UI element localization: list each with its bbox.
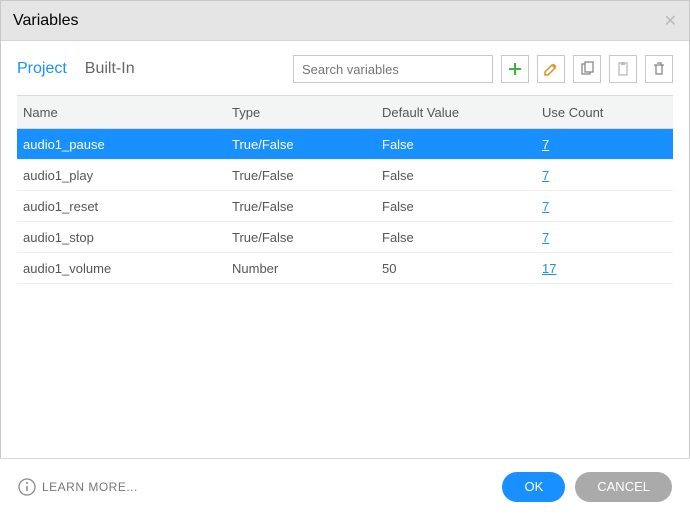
tabs: Project Built-In — [17, 60, 285, 78]
cancel-button[interactable]: CANCEL — [575, 472, 672, 502]
cell-type: True/False — [232, 230, 382, 245]
trash-icon — [651, 61, 667, 77]
table-body: audio1_pauseTrue/FalseFalse7audio1_playT… — [17, 129, 673, 284]
table-header: Name Type Default Value Use Count — [17, 95, 673, 129]
toolbar: Project Built-In — [1, 41, 689, 95]
header-default[interactable]: Default Value — [382, 105, 542, 120]
paste-button[interactable] — [609, 55, 637, 83]
edit-button[interactable] — [537, 55, 565, 83]
learn-more-label: LEARN MORE... — [42, 480, 138, 494]
table-row[interactable]: audio1_resetTrue/FalseFalse7 — [17, 191, 673, 222]
header-use[interactable]: Use Count — [542, 105, 673, 120]
cell-name: audio1_reset — [17, 199, 232, 214]
cell-name: audio1_pause — [17, 137, 232, 152]
ok-button[interactable]: OK — [502, 472, 565, 502]
cell-default: False — [382, 199, 542, 214]
cell-type: True/False — [232, 137, 382, 152]
cell-type: True/False — [232, 199, 382, 214]
window-title: Variables — [13, 12, 79, 30]
header-name[interactable]: Name — [17, 105, 232, 120]
cell-use: 7 — [542, 230, 673, 245]
cell-use: 7 — [542, 168, 673, 183]
cell-use: 7 — [542, 137, 673, 152]
cell-name: audio1_play — [17, 168, 232, 183]
cell-name: audio1_volume — [17, 261, 232, 276]
paste-icon — [615, 61, 631, 77]
info-icon — [18, 478, 36, 496]
close-icon[interactable]: ✕ — [664, 11, 677, 31]
table-row[interactable]: audio1_playTrue/FalseFalse7 — [17, 160, 673, 191]
cell-name: audio1_stop — [17, 230, 232, 245]
add-button[interactable] — [501, 55, 529, 83]
use-count-link[interactable]: 7 — [542, 137, 549, 152]
variables-table: Name Type Default Value Use Count audio1… — [1, 95, 689, 284]
cell-use: 7 — [542, 199, 673, 214]
table-row[interactable]: audio1_stopTrue/FalseFalse7 — [17, 222, 673, 253]
cell-type: True/False — [232, 168, 382, 183]
use-count-link[interactable]: 7 — [542, 230, 549, 245]
search-input[interactable] — [293, 55, 493, 83]
use-count-link[interactable]: 7 — [542, 168, 549, 183]
use-count-link[interactable]: 17 — [542, 261, 556, 276]
copy-icon — [579, 61, 595, 77]
header-type[interactable]: Type — [232, 105, 382, 120]
titlebar: Variables ✕ — [1, 1, 689, 41]
footer-buttons: OK CANCEL — [502, 472, 672, 502]
cell-use: 17 — [542, 261, 673, 276]
use-count-link[interactable]: 7 — [542, 199, 549, 214]
cell-default: False — [382, 168, 542, 183]
footer: LEARN MORE... OK CANCEL — [0, 458, 690, 514]
table-row[interactable]: audio1_pauseTrue/FalseFalse7 — [17, 129, 673, 160]
cell-default: False — [382, 137, 542, 152]
tab-project[interactable]: Project — [17, 60, 67, 78]
cell-default: False — [382, 230, 542, 245]
delete-button[interactable] — [645, 55, 673, 83]
learn-more-link[interactable]: LEARN MORE... — [18, 478, 138, 496]
cell-default: 50 — [382, 261, 542, 276]
cell-type: Number — [232, 261, 382, 276]
copy-button[interactable] — [573, 55, 601, 83]
plus-icon — [507, 61, 523, 77]
pencil-icon — [543, 61, 559, 77]
table-row[interactable]: audio1_volumeNumber5017 — [17, 253, 673, 284]
tab-builtin[interactable]: Built-In — [85, 60, 135, 78]
